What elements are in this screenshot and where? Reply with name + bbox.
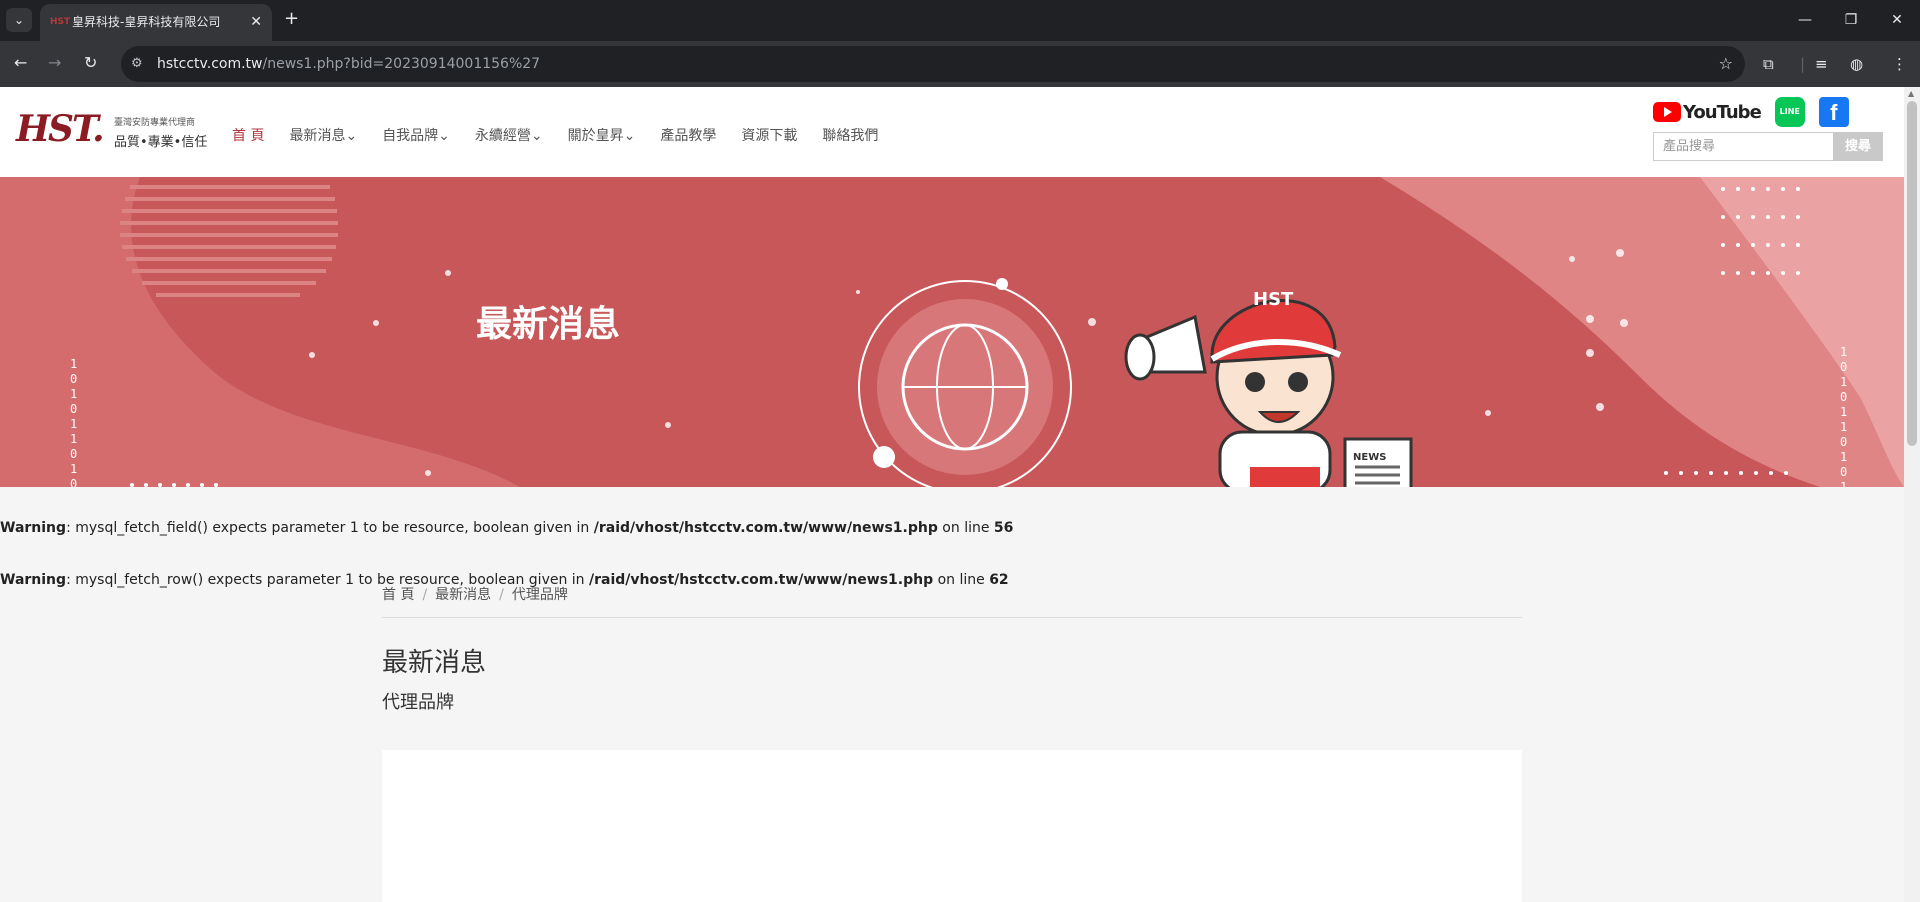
close-tab-icon[interactable]: ✕ <box>250 13 262 31</box>
address-bar[interactable]: ⚙ hstcctv.com.tw/news1.php?bid=202309140… <box>121 46 1745 82</box>
youtube-icon <box>1653 102 1681 122</box>
divider-icon: | <box>1800 55 1806 73</box>
facebook-icon[interactable]: f <box>1818 97 1849 127</box>
nav-downloads[interactable]: 資源下載 <box>741 127 797 145</box>
main-nav: 首 頁 最新消息⌄ 自我品牌⌄ 永續經營⌄ 關於皇昇⌄ 產品教學 資源下載 聯絡… <box>232 127 903 145</box>
url-text[interactable]: hstcctv.com.tw/news1.php?bid=20230914001… <box>157 55 540 73</box>
site-logo[interactable]: HST. 臺灣安防專業代理商 品質•專業•信任 <box>16 108 207 150</box>
logo-mark: HST. <box>16 108 105 150</box>
news-sign-text: NEWS <box>1353 452 1386 463</box>
orbit-dot <box>996 278 1008 290</box>
line-icon[interactable]: LINE <box>1774 97 1805 127</box>
binary-right-text: 1010110101 <box>1840 345 1848 487</box>
window-controls: — ❐ ✕ <box>1782 0 1920 41</box>
page-subtitle: 代理品牌 <box>382 692 454 713</box>
php-warning-1: Warning: mysql_fetch_field() expects par… <box>0 520 1014 536</box>
url-path: /news1.php?bid=20230914001156%27 <box>262 56 541 72</box>
breadcrumb-divider <box>382 617 1522 618</box>
nav-contact[interactable]: 聯絡我們 <box>822 127 878 145</box>
news-banner: HST NEWS 1010110101 1010110101 最新消息 <box>0 177 1904 487</box>
nav-own-brand[interactable]: 自我品牌⌄ <box>382 127 450 145</box>
search-button[interactable]: 搜尋 <box>1833 132 1883 161</box>
scrollbar-thumb[interactable] <box>1907 101 1917 446</box>
nav-tutorials[interactable]: 產品教學 <box>660 127 716 145</box>
url-host: hstcctv.com.tw <box>157 56 263 72</box>
browser-tab[interactable]: HST 皇昇科技-皇昇科技有限公司 ✕ <box>40 4 272 41</box>
page-title: 最新消息 <box>382 648 487 678</box>
youtube-label: YouTube <box>1683 101 1762 123</box>
tab-title: 皇昇科技-皇昇科技有限公司 <box>72 15 221 29</box>
media-control-icon[interactable]: ≡ <box>1815 53 1828 75</box>
scroll-up-icon[interactable]: ▲ <box>1908 89 1914 98</box>
banner-stripes-left <box>120 185 338 297</box>
profile-icon[interactable]: ◍ <box>1850 53 1863 75</box>
new-tab-icon[interactable]: + <box>284 8 299 30</box>
news-sign <box>1343 437 1413 487</box>
browser-tab-bar: ⌄ HST 皇昇科技-皇昇科技有限公司 ✕ + — ❐ ✕ <box>0 0 1920 41</box>
product-search: 產品搜尋 搜尋 <box>1653 132 1883 161</box>
breadcrumb-home[interactable]: 首 頁 <box>382 587 414 603</box>
megaphone-icon <box>1124 314 1207 381</box>
news-list-panel <box>382 750 1522 902</box>
binary-left-text: 1010110101 <box>70 357 78 487</box>
tab-search-button[interactable]: ⌄ <box>6 8 32 32</box>
menu-icon[interactable]: ⋮ <box>1892 53 1907 75</box>
minimize-icon[interactable]: — <box>1782 0 1828 41</box>
breadcrumb-news[interactable]: 最新消息 <box>435 587 491 603</box>
breadcrumb: 首 頁 / 最新消息 / 代理品牌 <box>382 587 568 603</box>
banner-title: 最新消息 <box>476 304 621 345</box>
nav-about[interactable]: 關於皇昇⌄ <box>568 127 636 145</box>
forward-icon[interactable]: → <box>48 52 61 74</box>
logo-tagline: 臺灣安防專業代理商 <box>114 118 196 128</box>
back-icon[interactable]: ← <box>14 52 27 74</box>
page-viewport: HST. 臺灣安防專業代理商 品質•專業•信任 首 頁 最新消息⌄ 自我品牌⌄ … <box>0 87 1904 902</box>
site-header: HST. 臺灣安防專業代理商 品質•專業•信任 首 頁 最新消息⌄ 自我品牌⌄ … <box>0 87 1904 177</box>
logo-slogan: 品質•專業•信任 <box>114 135 208 150</box>
extensions-icon[interactable]: ⧉ <box>1763 53 1774 75</box>
favicon-icon: HST <box>50 17 71 27</box>
nav-sustainability[interactable]: 永續經營⌄ <box>475 127 543 145</box>
browser-toolbar: ← → ↻ ⚙ hstcctv.com.tw/news1.php?bid=202… <box>0 41 1920 87</box>
search-input[interactable]: 產品搜尋 <box>1653 132 1834 161</box>
breadcrumb-current: 代理品牌 <box>511 587 568 603</box>
social-links: YouTube LINE f <box>1653 97 1849 127</box>
restore-icon[interactable]: ❐ <box>1828 0 1874 41</box>
youtube-link[interactable]: YouTube <box>1653 101 1762 123</box>
page-scrollbar[interactable]: ▲ <box>1904 87 1920 902</box>
site-info-icon[interactable]: ⚙ <box>131 54 143 74</box>
cap-logo-text: HST <box>1253 289 1294 310</box>
orbit-dot-large <box>873 446 895 468</box>
reload-icon[interactable]: ↻ <box>84 52 97 74</box>
banner-artwork: HST NEWS <box>0 177 1904 487</box>
bookmark-star-icon[interactable]: ☆ <box>1719 53 1733 75</box>
close-window-icon[interactable]: ✕ <box>1874 0 1920 41</box>
nav-news[interactable]: 最新消息⌄ <box>289 127 357 145</box>
nav-home[interactable]: 首 頁 <box>232 127 264 145</box>
mascot-character <box>1210 299 1342 487</box>
